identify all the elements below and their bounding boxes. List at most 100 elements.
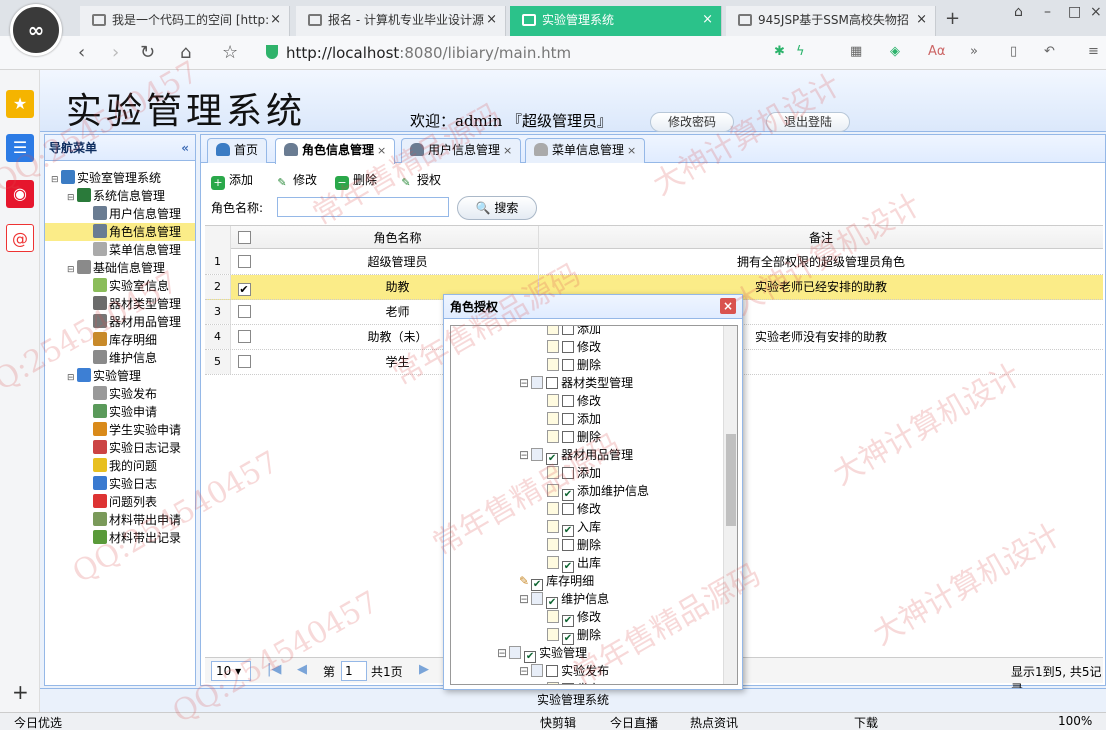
- live-button[interactable]: 今日直播: [610, 714, 658, 730]
- browser-tab-2[interactable]: 报名 - 计算机专业毕业设计源 ×: [296, 6, 506, 36]
- nav-item[interactable]: 实验日志记录: [83, 439, 181, 457]
- permission-node[interactable]: 添加: [547, 326, 601, 338]
- nav-item[interactable]: 我的问题: [83, 457, 157, 475]
- nav-item[interactable]: ⊟ 实验管理: [67, 367, 141, 385]
- permission-node[interactable]: 删除: [547, 356, 601, 374]
- home-icon[interactable]: ⌂: [180, 42, 191, 63]
- nav-item[interactable]: 材料带出申请: [83, 511, 181, 529]
- expand-icon[interactable]: ⊟: [519, 664, 529, 678]
- nav-item[interactable]: 器材类型管理: [83, 295, 181, 313]
- shield-icon[interactable]: ◈: [890, 44, 900, 59]
- permission-node[interactable]: ✔ 删除: [547, 626, 601, 645]
- permission-node[interactable]: ⊟ 器材类型管理: [519, 374, 633, 392]
- star-icon[interactable]: ☆: [222, 42, 238, 63]
- add-sidebar-icon[interactable]: +: [12, 680, 29, 704]
- row-checkbox[interactable]: [231, 250, 257, 274]
- permission-node[interactable]: 添加: [547, 464, 601, 482]
- permission-checkbox[interactable]: [562, 341, 574, 353]
- weibo-icon[interactable]: ◉: [6, 180, 34, 208]
- permission-node[interactable]: ✔ 入库: [547, 518, 601, 537]
- permission-checkbox[interactable]: [546, 665, 559, 677]
- nav-item[interactable]: 角色信息管理: [45, 223, 195, 241]
- nav-item[interactable]: ⊟ 实验室管理系统: [51, 169, 161, 187]
- nav-item[interactable]: 实验日志: [83, 475, 157, 493]
- nav-item[interactable]: 维护信息: [83, 349, 157, 367]
- permission-checkbox[interactable]: [562, 359, 574, 371]
- add-button[interactable]: + 添加: [211, 171, 253, 190]
- nav-item[interactable]: 问题列表: [83, 493, 157, 511]
- permission-checkbox[interactable]: [546, 377, 559, 389]
- tab-home[interactable]: 首页: [207, 138, 268, 163]
- nav-item[interactable]: 用户信息管理: [83, 205, 181, 223]
- nav-item[interactable]: 菜单信息管理: [83, 241, 181, 259]
- close-tab-icon[interactable]: ×: [486, 6, 497, 34]
- authorize-button[interactable]: ✎ 授权: [399, 171, 441, 190]
- select-all-checkbox[interactable]: [231, 226, 257, 250]
- skin-icon[interactable]: ⌂: [1014, 4, 1023, 20]
- nav-item[interactable]: ⊟ 基础信息管理: [67, 259, 165, 277]
- expand-icon[interactable]: ⊟: [519, 448, 529, 462]
- search-button[interactable]: 🔍 搜索: [457, 196, 537, 220]
- row-checkbox[interactable]: [231, 350, 257, 374]
- column-header-note[interactable]: 备注: [539, 226, 1103, 250]
- permission-checkbox[interactable]: [562, 539, 574, 551]
- collapse-icon[interactable]: «: [181, 135, 189, 161]
- permission-node[interactable]: 删除: [547, 536, 601, 554]
- nav-item[interactable]: 实验室信息: [83, 277, 169, 295]
- permission-node[interactable]: ✎ ✔ 库存明细: [519, 572, 594, 591]
- expand-icon[interactable]: ⊟: [519, 376, 529, 390]
- nav-item[interactable]: 学生实验申请: [83, 421, 181, 439]
- permission-checkbox[interactable]: [562, 395, 574, 407]
- change-password-button[interactable]: 修改密码: [650, 112, 734, 132]
- nav-item[interactable]: 材料带出记录: [83, 529, 181, 547]
- phone-icon[interactable]: ▯: [1010, 44, 1017, 59]
- notes-icon[interactable]: ☰: [6, 134, 34, 162]
- permission-node[interactable]: ⊟ ✔ 实验管理: [497, 644, 587, 663]
- tab-role-management[interactable]: 角色信息管理 ×: [275, 138, 396, 164]
- permission-node[interactable]: ⊟ ✔ 器材用品管理: [519, 446, 633, 465]
- permission-checkbox[interactable]: [562, 413, 574, 425]
- permission-node[interactable]: 修改: [547, 392, 601, 410]
- permission-node[interactable]: ✔ 添加维护信息: [547, 482, 649, 501]
- permission-node[interactable]: 发布: [547, 680, 601, 684]
- permission-node[interactable]: 修改: [547, 338, 601, 356]
- download-button[interactable]: 下载: [854, 714, 878, 730]
- row-checkbox[interactable]: [231, 300, 257, 324]
- tab-menu-management[interactable]: 菜单信息管理 ×: [525, 138, 646, 163]
- today-picks[interactable]: 今日优选: [14, 714, 62, 730]
- mail-icon[interactable]: @: [6, 224, 34, 252]
- browser-tab-4[interactable]: 945JSP基于SSM高校失物招 ×: [726, 6, 936, 36]
- first-page-icon[interactable]: |◀: [267, 662, 281, 677]
- permission-checkbox[interactable]: [562, 503, 574, 515]
- close-tab-icon[interactable]: ×: [270, 6, 281, 34]
- browser-tab-3[interactable]: 实验管理系统 ×: [510, 6, 722, 36]
- address-bar[interactable]: http://localhost:8080/libiary/main.htm: [258, 40, 758, 66]
- news-button[interactable]: 热点资讯: [690, 714, 738, 730]
- nav-item[interactable]: 实验发布: [83, 385, 157, 403]
- permission-node[interactable]: 修改: [547, 500, 601, 518]
- undo-icon[interactable]: ↶: [1044, 44, 1055, 59]
- permission-node[interactable]: ✔ 修改: [547, 608, 601, 627]
- back-icon[interactable]: ‹: [78, 42, 85, 63]
- prev-page-icon[interactable]: ◀: [297, 662, 307, 677]
- permission-node[interactable]: ⊟ 实验发布: [519, 662, 609, 680]
- menu-icon[interactable]: ≡: [1088, 44, 1099, 59]
- page-size-select[interactable]: 10 ▾: [211, 661, 251, 681]
- expand-icon[interactable]: ⊟: [497, 646, 507, 660]
- delete-button[interactable]: − 删除: [335, 171, 377, 190]
- permission-node[interactable]: 删除: [547, 428, 601, 446]
- column-header-name[interactable]: 角色名称: [257, 226, 539, 250]
- scrollbar-thumb[interactable]: [726, 434, 736, 526]
- permission-node[interactable]: 添加: [547, 410, 601, 428]
- toggle-icon[interactable]: ⊟: [67, 369, 77, 387]
- browser-tab-1[interactable]: 我是一个代码工的空间 [http: ×: [80, 6, 290, 36]
- new-tab-icon[interactable]: +: [945, 8, 960, 29]
- translate-icon[interactable]: Aα: [928, 44, 945, 59]
- clip-button[interactable]: 快剪辑: [540, 714, 576, 730]
- close-icon[interactable]: ×: [720, 298, 736, 314]
- close-tab-icon[interactable]: ×: [702, 6, 713, 34]
- forward-icon[interactable]: ›: [112, 42, 119, 63]
- favorites-icon[interactable]: ★: [6, 90, 34, 118]
- permission-checkbox[interactable]: [562, 683, 574, 684]
- page-number-input[interactable]: 1: [341, 661, 367, 681]
